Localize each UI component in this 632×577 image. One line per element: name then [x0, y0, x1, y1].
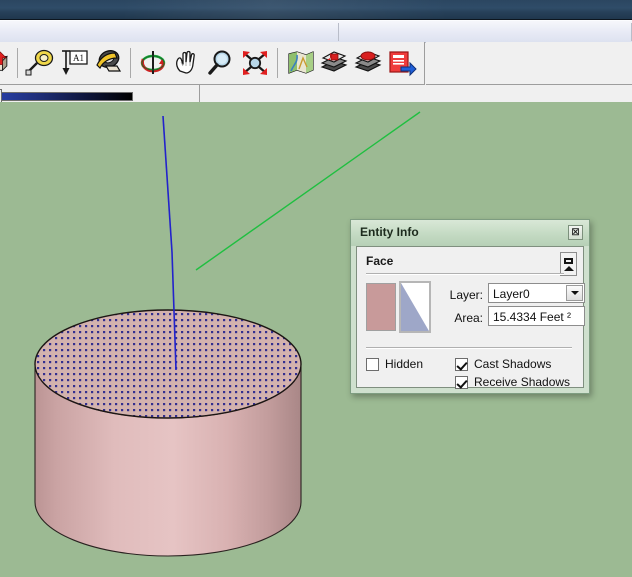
layer-select[interactable]: Layer0: [488, 283, 585, 303]
zoom-tool-icon[interactable]: [204, 45, 238, 81]
cast-shadows-checkbox[interactable]: [455, 357, 468, 371]
chevron-down-icon[interactable]: [566, 285, 583, 301]
menubar-strip: [0, 21, 632, 43]
front-material-swatch[interactable]: [366, 283, 396, 331]
chevron-down-caret: [570, 291, 579, 295]
section-divider-top: [366, 273, 564, 275]
receive-shadows-checkbox-label: Receive Shadows: [474, 375, 571, 389]
collapse-bar-icon: [564, 257, 573, 264]
back-material-swatch[interactable]: [399, 281, 431, 333]
close-icon[interactable]: ☒: [568, 225, 583, 240]
svg-text:A1: A1: [73, 53, 84, 63]
share-model-icon[interactable]: [385, 45, 419, 81]
time-slider-track[interactable]: [0, 92, 133, 101]
window-titlebar: [0, 0, 632, 20]
move-tool-icon[interactable]: [0, 45, 12, 81]
layer-selected-value: Layer0: [493, 287, 530, 301]
toolbar-separator-1: [17, 48, 18, 78]
tape-measure-tool-icon[interactable]: [23, 45, 57, 81]
zoom-extents-tool-icon[interactable]: [238, 45, 272, 81]
protractor-tool-icon[interactable]: [91, 45, 125, 81]
cast-shadows-checkbox-row[interactable]: Cast Shadows: [455, 357, 551, 371]
toolbar-separator-3: [277, 48, 278, 78]
hidden-checkbox[interactable]: [366, 357, 379, 371]
toolbar-separator-2: [130, 48, 131, 78]
layer-label: Layer:: [449, 288, 483, 302]
entity-type-label: Face: [366, 254, 394, 268]
blue-axis-line: [162, 115, 173, 253]
toolbar-empty-right: [426, 42, 632, 85]
orbit-tool-icon[interactable]: [136, 45, 170, 81]
area-value: 15.4334 Feet ²: [493, 310, 572, 324]
cylinder-top-face-selected: [34, 309, 302, 419]
hidden-checkbox-label: Hidden: [385, 357, 424, 371]
titlebar-sheen: [120, 0, 450, 19]
pan-tool-icon[interactable]: [170, 45, 204, 81]
photo-texture-icon[interactable]: [351, 45, 385, 81]
entity-info-titlebar[interactable]: Entity Info ☒: [351, 220, 589, 246]
hidden-checkbox-row[interactable]: Hidden: [366, 357, 423, 371]
section-divider-bottom: [366, 347, 572, 349]
entity-info-dialog[interactable]: Entity Info ☒ Face Layer: Layer0 Area: 1…: [350, 219, 590, 394]
menubar-divider-1: [338, 23, 339, 41]
back-material-swatch-fill: [401, 283, 429, 331]
receive-shadows-checkbox[interactable]: [455, 375, 468, 389]
main-toolbar: A1: [0, 42, 425, 85]
expand-triangle-icon: [563, 265, 574, 271]
area-field[interactable]: 15.4334 Feet ²: [488, 306, 585, 326]
add-location-icon[interactable]: [283, 45, 317, 81]
dimension-tool-icon[interactable]: A1: [57, 45, 91, 81]
toggle-terrain-icon[interactable]: [317, 45, 351, 81]
area-label: Area:: [454, 311, 483, 325]
receive-shadows-checkbox-row[interactable]: Receive Shadows: [455, 375, 570, 389]
entity-info-title: Entity Info: [360, 225, 419, 239]
entity-info-body: Face Layer: Layer0 Area: 15.4334 Feet ² …: [356, 246, 585, 389]
cast-shadows-checkbox-label: Cast Shadows: [474, 357, 552, 371]
